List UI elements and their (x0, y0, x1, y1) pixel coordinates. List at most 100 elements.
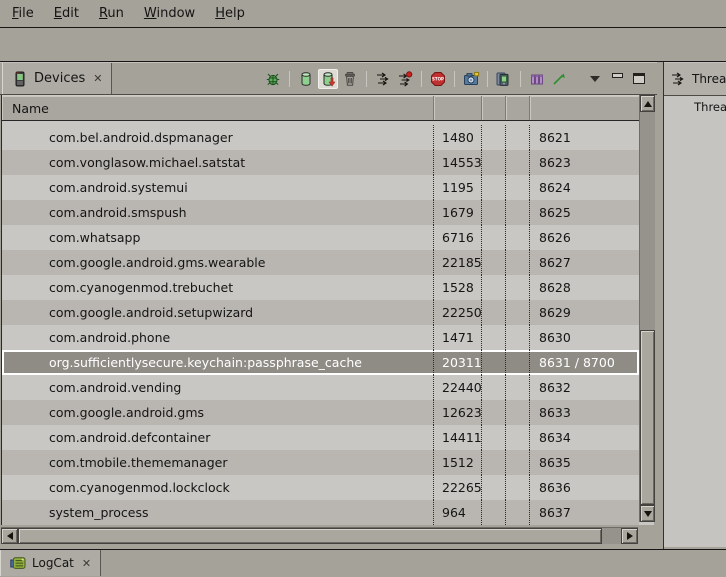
column-header-name[interactable]: Name (2, 96, 434, 120)
toolbar-separator (421, 71, 422, 87)
pid-cell: 1480 (434, 125, 482, 150)
column-header-3[interactable] (482, 96, 506, 120)
table-row[interactable]: com.cyanogenmod.lockclock 22265 8636 (2, 475, 639, 500)
column-header-port[interactable] (530, 96, 639, 120)
process-name-cell: com.bel.android.dspmanager (2, 125, 434, 150)
debug-process-icon[interactable] (263, 69, 283, 89)
empty-cell (506, 275, 530, 300)
stop-process-icon[interactable]: STOP (428, 69, 448, 89)
horizontal-scroll-thumb[interactable] (18, 528, 602, 544)
empty-cell (506, 125, 530, 150)
horizontal-scrollbar[interactable] (1, 527, 638, 544)
scroll-right-button[interactable] (621, 528, 638, 544)
scroll-up-button[interactable] (640, 95, 655, 112)
pid-cell: 1679 (434, 200, 482, 225)
screen-capture-icon[interactable] (461, 69, 481, 89)
column-header-pid[interactable] (434, 96, 482, 120)
table-row[interactable]: com.cyanogenmod.trebuchet 1528 8628 (2, 275, 639, 300)
table-row[interactable]: com.android.vending 22440 8632 (2, 375, 639, 400)
minimize-icon[interactable] (607, 69, 627, 89)
scroll-down-button[interactable] (640, 505, 655, 522)
tab-logcat[interactable]: LogCat ✕ (0, 550, 101, 576)
port-cell: 8624 (530, 175, 639, 200)
pid-cell: 14553 (434, 150, 482, 175)
table-row[interactable]: com.google.android.gms.wearable 22185 86… (2, 250, 639, 275)
close-icon[interactable]: ✕ (80, 557, 91, 570)
table-row[interactable]: com.whatsapp 6716 8626 (2, 225, 639, 250)
table-row[interactable]: com.google.android.setupwizard 22250 862… (2, 300, 639, 325)
toolbar-separator (520, 71, 521, 87)
empty-cell (482, 200, 506, 225)
port-cell: 8630 (530, 325, 639, 350)
maximize-icon[interactable] (629, 69, 649, 89)
column-header-4[interactable] (506, 96, 530, 120)
table-row[interactable]: system_process 964 8637 (2, 500, 639, 525)
process-name-cell: com.google.android.gms (2, 400, 434, 425)
tab-devices[interactable]: Devices ✕ (2, 63, 112, 95)
pid-cell: 22250 (434, 300, 482, 325)
port-cell: 8631 / 8700 (530, 350, 639, 375)
port-cell: 8627 (530, 250, 639, 275)
empty-cell (506, 325, 530, 350)
table-row[interactable]: com.android.phone 1471 8630 (2, 325, 639, 350)
threads-tabbar: Threads (664, 62, 726, 95)
vertical-scroll-thumb[interactable] (640, 330, 655, 505)
empty-cell (506, 175, 530, 200)
table-row[interactable]: com.vonglasow.michael.satstat 14553 8623 (2, 150, 639, 175)
threads-tab-label[interactable]: Threads (692, 72, 726, 86)
menu-bar: FileEditRunWindowHelp (0, 0, 726, 28)
bottom-tab-strip: LogCat ✕ (0, 549, 726, 576)
empty-cell (506, 500, 530, 525)
table-row[interactable]: com.android.defcontainer 14411 8634 (2, 425, 639, 450)
process-name-cell: com.android.phone (2, 325, 434, 350)
table-row[interactable]: com.bel.android.dspmanager 1480 8621 (2, 125, 639, 150)
vertical-scrollbar[interactable] (639, 95, 655, 522)
menu-item[interactable]: File (2, 2, 44, 25)
empty-cell (482, 475, 506, 500)
close-icon[interactable]: ✕ (91, 72, 102, 85)
menu-item[interactable]: Window (134, 2, 205, 25)
ddms-window: FileEditRunWindowHelp (0, 0, 726, 577)
devices-view: Devices ✕ (0, 62, 657, 549)
empty-cell (506, 300, 530, 325)
empty-cell (482, 400, 506, 425)
update-threads-icon[interactable] (373, 69, 393, 89)
sysinfo-columns-icon[interactable] (527, 69, 547, 89)
menu-item[interactable]: Edit (44, 2, 89, 25)
table-row[interactable]: com.google.android.gms 12623 8633 (2, 400, 639, 425)
threads-view: Threads Thread updates not enabled for s… (663, 62, 726, 549)
pid-cell: 1471 (434, 325, 482, 350)
main-area: Devices ✕ (0, 62, 726, 549)
process-name-cell: com.tmobile.thememanager (2, 450, 434, 475)
update-heap-icon[interactable] (296, 69, 316, 89)
empty-cell (482, 500, 506, 525)
pid-cell: 14411 (434, 425, 482, 450)
port-cell: 8629 (530, 300, 639, 325)
dump-hprof-icon[interactable] (318, 69, 338, 89)
table-row[interactable]: com.tmobile.thememanager 1512 8635 (2, 450, 639, 475)
logcat-tab-label: LogCat (32, 556, 74, 570)
empty-cell (482, 325, 506, 350)
menu-item[interactable]: Help (205, 2, 255, 25)
empty-cell (482, 450, 506, 475)
port-cell: 8632 (530, 375, 639, 400)
method-profiling-icon[interactable] (395, 69, 415, 89)
table-row[interactable]: com.android.systemui 1195 8624 (2, 175, 639, 200)
device-screens-icon[interactable] (494, 69, 514, 89)
start-tracing-icon[interactable] (549, 69, 569, 89)
table-row[interactable]: com.android.smspush 1679 8625 (2, 200, 639, 225)
table-row[interactable]: org.sufficientlysecure.keychain:passphra… (2, 350, 639, 375)
scroll-left-button[interactable] (1, 528, 18, 544)
view-menu-icon[interactable] (585, 69, 605, 89)
process-name-cell: com.vonglasow.michael.satstat (2, 150, 434, 175)
empty-cell (482, 275, 506, 300)
port-cell: 8635 (530, 450, 639, 475)
pid-cell: 22440 (434, 375, 482, 400)
cause-gc-icon[interactable] (340, 69, 360, 89)
svg-text:STOP: STOP (432, 76, 444, 81)
main-toolbar-strip (0, 28, 726, 62)
pid-cell: 22265 (434, 475, 482, 500)
port-cell: 8625 (530, 200, 639, 225)
menu-item[interactable]: Run (89, 2, 134, 25)
threads-content: Thread updates not enabled for selected … (664, 95, 726, 547)
